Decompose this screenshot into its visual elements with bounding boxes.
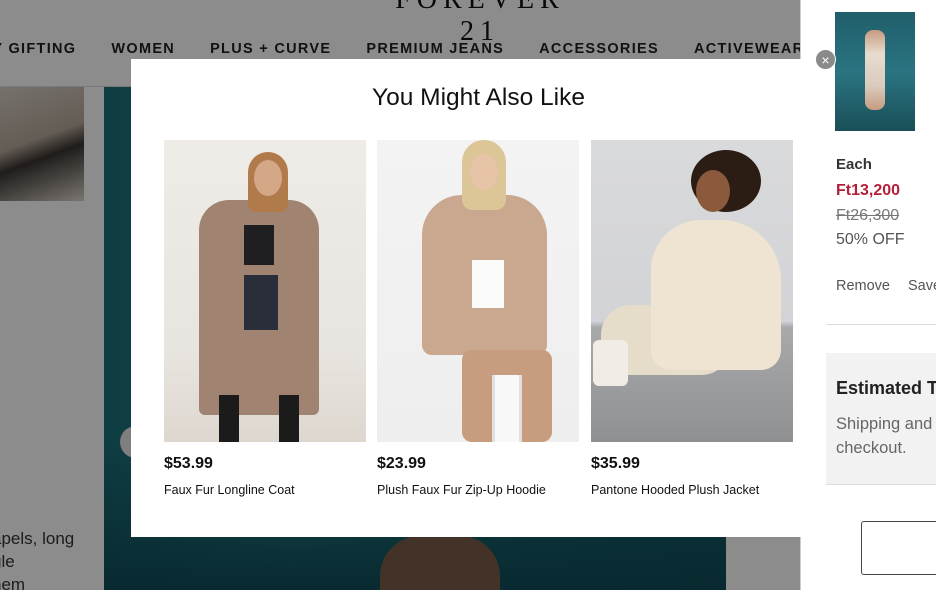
shipping-note-line: Shipping and bbox=[836, 415, 933, 433]
checkout-button[interactable] bbox=[861, 521, 936, 575]
shipping-note: Shipping and checkout. bbox=[836, 412, 936, 460]
product-card[interactable]: $23.99 Plush Faux Fur Zip-Up Hoodie bbox=[377, 140, 580, 497]
modal-title: You Might Also Like bbox=[372, 84, 585, 111]
cart-discount: 50% OFF bbox=[836, 231, 905, 248]
product-image[interactable] bbox=[591, 140, 793, 442]
product-price: $35.99 bbox=[591, 455, 640, 472]
cart-item-image[interactable] bbox=[835, 12, 915, 131]
product-card[interactable]: $53.99 Faux Fur Longline Coat bbox=[164, 140, 367, 497]
product-name[interactable]: Faux Fur Longline Coat bbox=[164, 483, 367, 497]
each-label: Each bbox=[836, 156, 872, 173]
top-shape bbox=[244, 225, 274, 265]
cart-original-price: Ft26,300 bbox=[836, 207, 900, 224]
save-for-later-link[interactable]: Save bbox=[908, 278, 936, 294]
head-shape bbox=[696, 170, 730, 212]
close-icon[interactable]: × bbox=[815, 49, 836, 70]
recommendations-modal: You Might Also Like $53.99 Faux Fur Long… bbox=[131, 59, 826, 537]
product-image[interactable] bbox=[377, 140, 579, 442]
product-image[interactable] bbox=[164, 140, 366, 442]
boot-shape bbox=[593, 340, 628, 386]
jacket-shape bbox=[651, 220, 781, 370]
product-name[interactable]: Plush Faux Fur Zip-Up Hoodie bbox=[377, 483, 580, 497]
cart-sale-price: Ft13,200 bbox=[836, 182, 901, 199]
stool-shape bbox=[492, 375, 522, 442]
cart-item-model bbox=[865, 30, 885, 110]
remove-item-link[interactable]: Remove bbox=[836, 278, 890, 294]
product-card[interactable]: $35.99 Pantone Hooded Plush Jacket bbox=[591, 140, 794, 497]
boots-shape bbox=[209, 395, 309, 442]
skirt-shape bbox=[244, 275, 278, 330]
head-shape bbox=[254, 160, 282, 196]
shipping-note-line: checkout. bbox=[836, 439, 907, 457]
product-price: $23.99 bbox=[377, 455, 426, 472]
top-shape bbox=[472, 260, 504, 308]
product-price: $53.99 bbox=[164, 455, 213, 472]
head-shape bbox=[470, 154, 498, 190]
estimated-totals-title: Estimated T bbox=[836, 378, 936, 398]
product-name[interactable]: Pantone Hooded Plush Jacket bbox=[591, 483, 794, 497]
